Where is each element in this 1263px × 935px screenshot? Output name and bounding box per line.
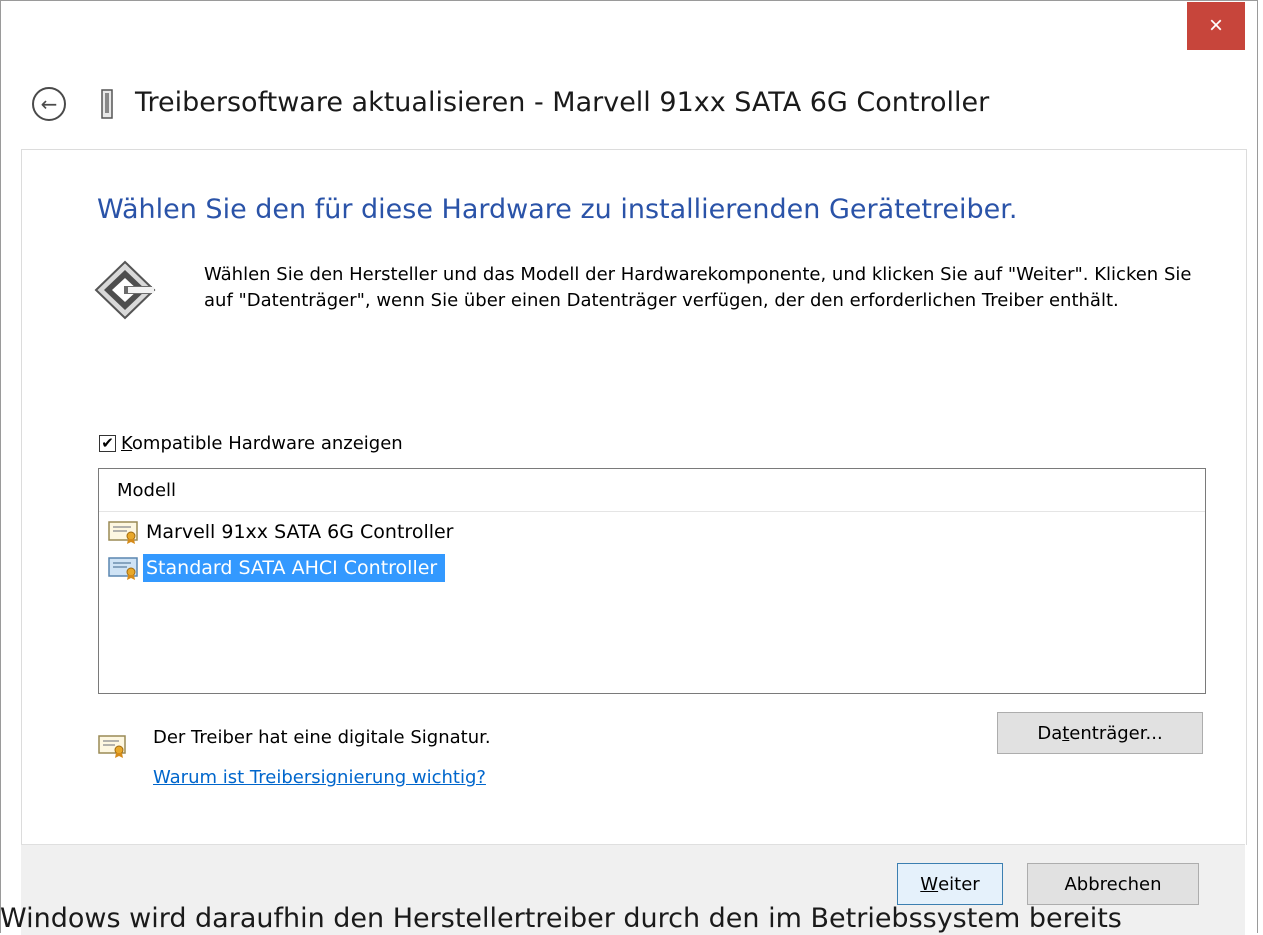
hardware-wizard-icon	[94, 260, 156, 320]
signature-certificate-icon	[98, 735, 126, 758]
checkmark-icon: ✔	[101, 434, 114, 452]
close-button[interactable]: ×	[1187, 2, 1245, 50]
device-icon	[101, 89, 113, 119]
driver-update-dialog: × ← Treibersoftware aktualisieren - Marv…	[0, 0, 1258, 935]
next-button[interactable]: Weiter	[897, 863, 1003, 905]
signature-status-text: Der Treiber hat eine digitale Signatur.	[153, 727, 491, 748]
model-listbox[interactable]: Modell Marvell 91xx SATA 6G Controller S…	[98, 468, 1206, 694]
checkbox-box[interactable]: ✔	[99, 435, 116, 452]
signed-driver-icon	[108, 557, 138, 580]
arrow-left-icon: ←	[40, 92, 58, 116]
have-disk-button[interactable]: Da t enträger...	[997, 712, 1203, 754]
list-item-standard-ahci[interactable]: Standard SATA AHCI Controller	[107, 553, 446, 583]
list-item-marvell[interactable]: Marvell 91xx SATA 6G Controller	[107, 517, 462, 547]
cancel-button[interactable]: Abbrechen	[1027, 863, 1199, 905]
title-bar: ← Treibersoftware aktualisieren - Marvel…	[1, 73, 1251, 133]
signed-driver-icon	[108, 521, 138, 544]
instruction-text: Wählen Sie den Hersteller und das Modell…	[204, 264, 1192, 311]
column-header-model[interactable]: Modell	[99, 469, 1205, 512]
checkbox-label: Kompatible Hardware anzeigen	[121, 433, 403, 454]
window-title: Treibersoftware aktualisieren - Marvell …	[135, 87, 990, 118]
background-document-text: Windows wird daraufhin den Herstellertre…	[0, 903, 1122, 934]
driver-signing-link[interactable]: Warum ist Treibersignierung wichtig?	[153, 767, 486, 788]
page-heading: Wählen Sie den für diese Hardware zu ins…	[97, 194, 1018, 225]
compatible-hardware-checkbox[interactable]: ✔ Kompatible Hardware anzeigen	[99, 433, 403, 454]
content-panel: Wählen Sie den für diese Hardware zu ins…	[21, 149, 1247, 845]
back-button[interactable]: ←	[32, 87, 66, 121]
